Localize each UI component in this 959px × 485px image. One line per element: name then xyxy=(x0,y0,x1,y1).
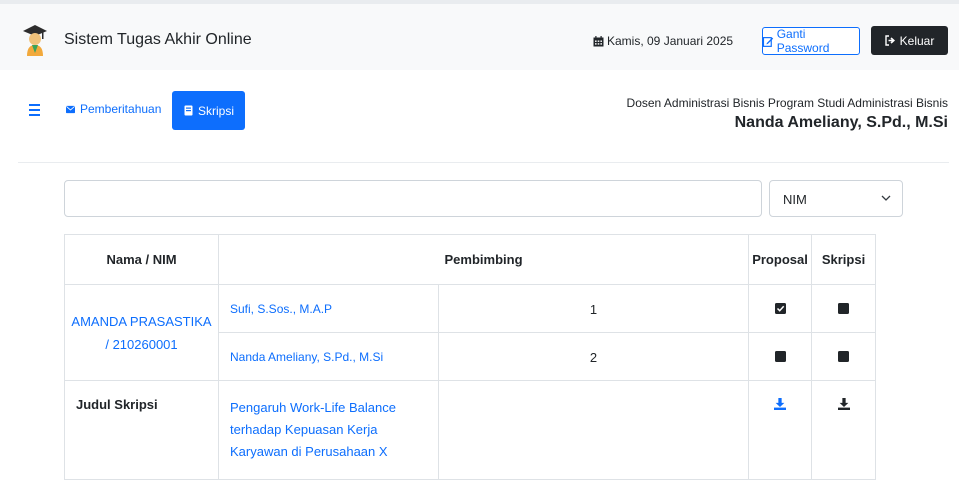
divider xyxy=(18,162,949,163)
graduate-logo-icon xyxy=(23,25,47,56)
envelope-icon xyxy=(66,105,75,113)
logout-button[interactable]: Keluar xyxy=(871,26,948,55)
top-navbar: Sistem Tugas Akhir Online Kamis, 09 Janu… xyxy=(0,0,959,70)
thesis-title-label: Judul Skripsi xyxy=(64,380,219,480)
app-title: Sistem Tugas Akhir Online xyxy=(64,31,252,48)
current-date: Kamis, 09 Januari 2025 xyxy=(593,34,733,48)
header-name: Nama / NIM xyxy=(64,234,219,285)
supervisor-order: 1 xyxy=(437,284,750,333)
square-icon xyxy=(838,303,850,314)
change-password-button[interactable]: Ganti Password xyxy=(762,27,860,55)
thesis-status-cell xyxy=(811,284,877,333)
thesis-title[interactable]: Pengaruh Work-Life Balance terhadap Kepu… xyxy=(218,380,439,480)
search-input[interactable] xyxy=(64,180,762,217)
proposal-status-cell xyxy=(748,332,813,381)
change-password-label: Ganti Password xyxy=(776,27,830,55)
header-proposal: Proposal xyxy=(748,234,813,285)
download-thesis-icon[interactable] xyxy=(837,398,850,410)
logout-label: Keluar xyxy=(899,33,935,48)
check-square-icon xyxy=(774,303,786,314)
thesis-status-cell xyxy=(811,332,877,381)
filter-select-value: NIM xyxy=(783,192,807,207)
proposal-download-cell xyxy=(748,380,813,480)
nav-thesis-label: Skripsi xyxy=(197,103,234,118)
square-icon xyxy=(774,351,786,362)
table-row: Judul Skripsi Pengaruh Work-Life Balance… xyxy=(64,380,877,480)
chevron-down-icon xyxy=(881,195,891,201)
nav-notifications-label: Pemberitahuan xyxy=(80,102,162,116)
edit-icon xyxy=(763,36,774,47)
thesis-download-cell xyxy=(811,380,877,480)
header-supervisor: Pembimbing xyxy=(217,234,750,285)
thesis-table: Nama / NIM Pembimbing Proposal Skripsi A… xyxy=(64,234,877,480)
book-icon xyxy=(184,105,193,116)
calendar-icon xyxy=(593,35,604,46)
hamburger-menu-icon[interactable] xyxy=(29,104,40,119)
download-proposal-icon[interactable] xyxy=(774,398,787,410)
student-name-nim[interactable]: AMANDA PRASASTIKA / 210260001 xyxy=(64,284,219,381)
square-icon xyxy=(838,351,850,362)
user-name: Nanda Ameliany, S.Pd., M.Si xyxy=(734,114,948,131)
logout-icon xyxy=(884,35,895,46)
header-thesis: Skripsi xyxy=(811,234,877,285)
table-header-row: Nama / NIM Pembimbing Proposal Skripsi xyxy=(64,234,877,285)
date-text: Kamis, 09 Januari 2025 xyxy=(607,34,734,48)
nav-notifications[interactable]: Pemberitahuan xyxy=(65,102,161,116)
supervisor-order: 2 xyxy=(437,332,750,381)
proposal-status-cell xyxy=(748,284,813,333)
user-role: Dosen Administrasi Bisnis Program Studi … xyxy=(626,96,948,110)
filter-select[interactable]: NIM xyxy=(769,180,903,217)
supervisor-name[interactable]: Sufi, S.Sos., M.A.P xyxy=(218,284,439,333)
nav-thesis[interactable]: Skripsi xyxy=(172,91,245,130)
empty-cell xyxy=(437,380,750,480)
supervisor-name[interactable]: Nanda Ameliany, S.Pd., M.Si xyxy=(218,332,439,381)
table-row: AMANDA PRASASTIKA / 210260001 Sufi, S.So… xyxy=(64,284,877,381)
